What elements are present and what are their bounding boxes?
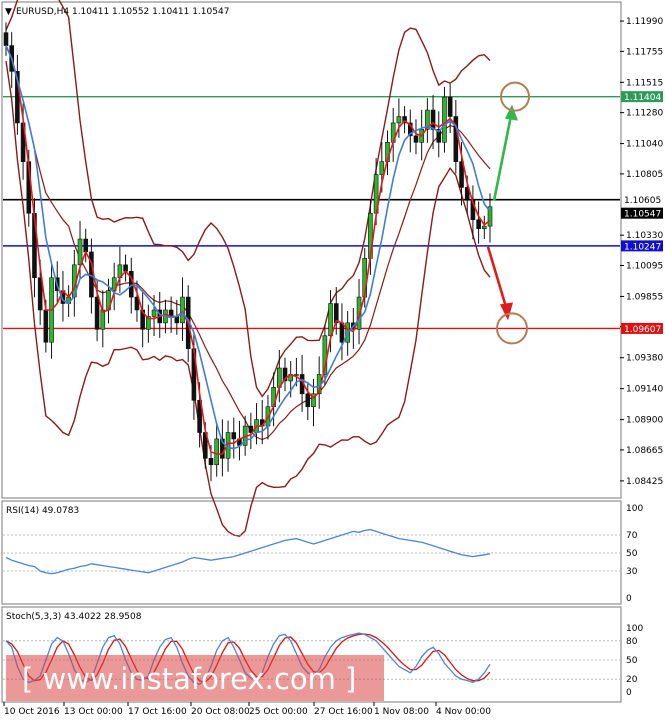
indicator-tick-label: 80 (626, 637, 638, 647)
time-tick-label: 4 Nov 00:00 (436, 707, 491, 717)
candle-body (3, 32, 9, 46)
forex-chart: 1.11990 1.11755 1.11515 1.11280 1.11040 1.108… (1, 0, 663, 717)
indicator-tick-label: 20 (626, 675, 638, 685)
candle-body (339, 322, 345, 343)
indicator-tick-label: 100 (626, 504, 643, 514)
price-tick-label: 1.10330 (626, 231, 663, 241)
candle-body (379, 161, 385, 175)
symbol-header: EURUSD,H4 1.10411 1.10552 1.10411 1.1054… (16, 7, 229, 17)
level-label-support: 1.09607 (624, 325, 661, 335)
candle-body (94, 296, 100, 330)
price-panel (1, 1, 622, 499)
candle-body (83, 238, 89, 253)
time-tick-label: 17 Oct 16:00 (128, 707, 187, 717)
time-axis: 10 Oct 2016 13 Oct 00:00 17 Oct 16:00 20 Oc… (3, 702, 491, 717)
candle-body (442, 96, 447, 143)
time-tick-label: 10 Oct 2016 (4, 707, 60, 717)
price-tick-label: 1.08665 (626, 446, 663, 456)
level-label-current: 1.10605 (624, 196, 661, 206)
time-tick-label: 20 Oct 08:00 (191, 707, 250, 717)
indicator-tick-label: 30 (626, 567, 638, 577)
price-tick-label: 1.08425 (626, 477, 663, 487)
indicator-tick-label: 70 (626, 531, 638, 541)
time-tick-label: 25 Oct 00:00 (249, 707, 308, 717)
candle-body (208, 458, 214, 466)
price-tick-label: 1.11280 (626, 109, 663, 119)
price-tick-label: 1.11755 (626, 47, 663, 57)
price-tick-label: 1.09855 (626, 292, 663, 302)
symbol-marker: ▼ (5, 7, 12, 17)
candle-body (151, 309, 157, 317)
watermark-text: [ www.instaforex.com ] (22, 662, 356, 696)
time-tick-label: 1 Nov 08:00 (374, 707, 429, 717)
price-tick-label: 1.10095 (626, 261, 663, 271)
candle-body (447, 96, 453, 117)
rsi-title: RSI(14) 49.0783 (6, 506, 79, 516)
candle-body (43, 309, 49, 343)
candle-body (180, 296, 185, 324)
candle-body (396, 116, 402, 124)
candle-body (214, 438, 219, 466)
time-tick-label: 13 Oct 00:00 (64, 707, 123, 717)
level-label-last: 1.10547 (624, 210, 661, 220)
candle-body (476, 219, 481, 230)
level-label-resistance: 1.11404 (624, 93, 661, 103)
price-tick-label: 1.09140 (626, 385, 663, 395)
indicator-tick-label: 0 (626, 688, 632, 698)
candle-body (328, 303, 333, 337)
price-tick-label: 1.11990 (626, 17, 663, 27)
candle-body (305, 393, 311, 408)
candle-body (430, 109, 436, 130)
price-tick-label: 1.10805 (626, 170, 663, 180)
candle-body (482, 225, 487, 230)
indicator-tick-label: 0 (626, 594, 632, 604)
time-tick-label: 27 Oct 16:00 (314, 707, 373, 717)
price-tick-label: 1.09380 (626, 354, 663, 364)
price-tick-label: 1.11040 (626, 140, 663, 150)
candle-body (413, 135, 419, 143)
indicator-tick-label: 100 (626, 624, 643, 634)
indicator-tick-label: 50 (626, 549, 638, 559)
price-tick-label: 1.08900 (626, 416, 663, 426)
candle-body (231, 432, 237, 440)
price-tick-label: 1.11515 (626, 78, 663, 88)
watermark: [ www.instaforex.com ] (6, 655, 384, 701)
candle-body (77, 238, 83, 266)
level-label-pivot: 1.10247 (624, 242, 661, 252)
indicator-tick-label: 50 (626, 656, 638, 666)
rsi-panel (1, 500, 622, 605)
stoch-title: Stoch(5,3,3) 43.4022 28.9508 (6, 612, 142, 622)
